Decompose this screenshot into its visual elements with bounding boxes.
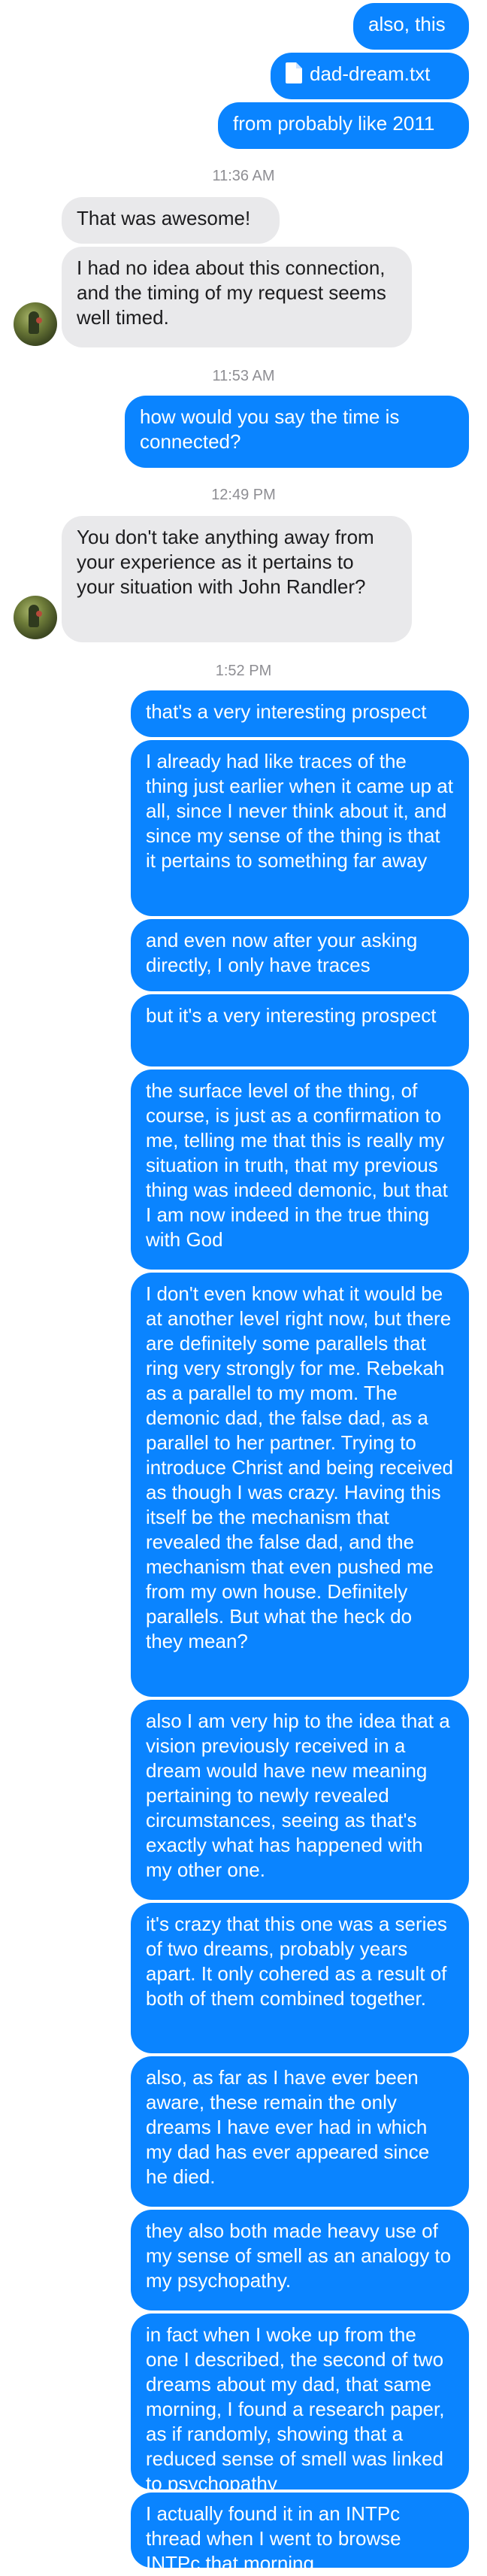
- message-incoming[interactable]: I had no idea about this connection, and…: [62, 247, 412, 347]
- message-outgoing[interactable]: it's crazy that this one was a series of…: [131, 1903, 469, 2053]
- file-attachment-message[interactable]: dad-dream.txt: [271, 53, 469, 99]
- message-outgoing[interactable]: I don't even know what it would be at an…: [131, 1273, 469, 1697]
- message-outgoing[interactable]: in fact when I woke up from the one I de…: [131, 2314, 469, 2495]
- timestamp: 12:49 PM: [211, 487, 276, 503]
- message-outgoing[interactable]: from probably like 2011: [218, 102, 469, 149]
- message-outgoing[interactable]: and even now after your asking directly,…: [131, 919, 469, 991]
- timestamp: 1:52 PM: [215, 663, 272, 679]
- avatar-detail: [36, 611, 42, 617]
- document-icon: [286, 62, 302, 90]
- message-outgoing[interactable]: also, this: [353, 3, 469, 50]
- contact-avatar[interactable]: [14, 302, 57, 346]
- conversation-thread: also, this dad-dream.txt from probably l…: [0, 0, 487, 2574]
- message-outgoing[interactable]: I already had like traces of the thing j…: [131, 740, 469, 916]
- message-outgoing[interactable]: also, as far as I have ever been aware, …: [131, 2056, 469, 2207]
- message-outgoing[interactable]: how would you say the time is connected?: [125, 396, 469, 468]
- message-outgoing[interactable]: also I am very hip to the idea that a vi…: [131, 1700, 469, 1900]
- timestamp: 11:53 AM: [212, 368, 275, 384]
- message-incoming[interactable]: That was awesome!: [62, 197, 280, 244]
- avatar-detail: [36, 317, 42, 323]
- message-outgoing[interactable]: but it's a very interesting prospect: [131, 994, 469, 1067]
- message-outgoing[interactable]: that's a very interesting prospect: [131, 690, 469, 737]
- message-outgoing[interactable]: I actually found it in an INTPc thread w…: [131, 2493, 469, 2574]
- message-incoming[interactable]: You don't take anything away from your e…: [62, 516, 412, 642]
- contact-avatar[interactable]: [14, 596, 57, 639]
- timestamp: 11:36 AM: [212, 168, 275, 184]
- file-name: dad-dream.txt: [310, 62, 431, 85]
- message-outgoing[interactable]: the surface level of the thing, of cours…: [131, 1070, 469, 1270]
- message-outgoing[interactable]: they also both made heavy use of my sens…: [131, 2210, 469, 2311]
